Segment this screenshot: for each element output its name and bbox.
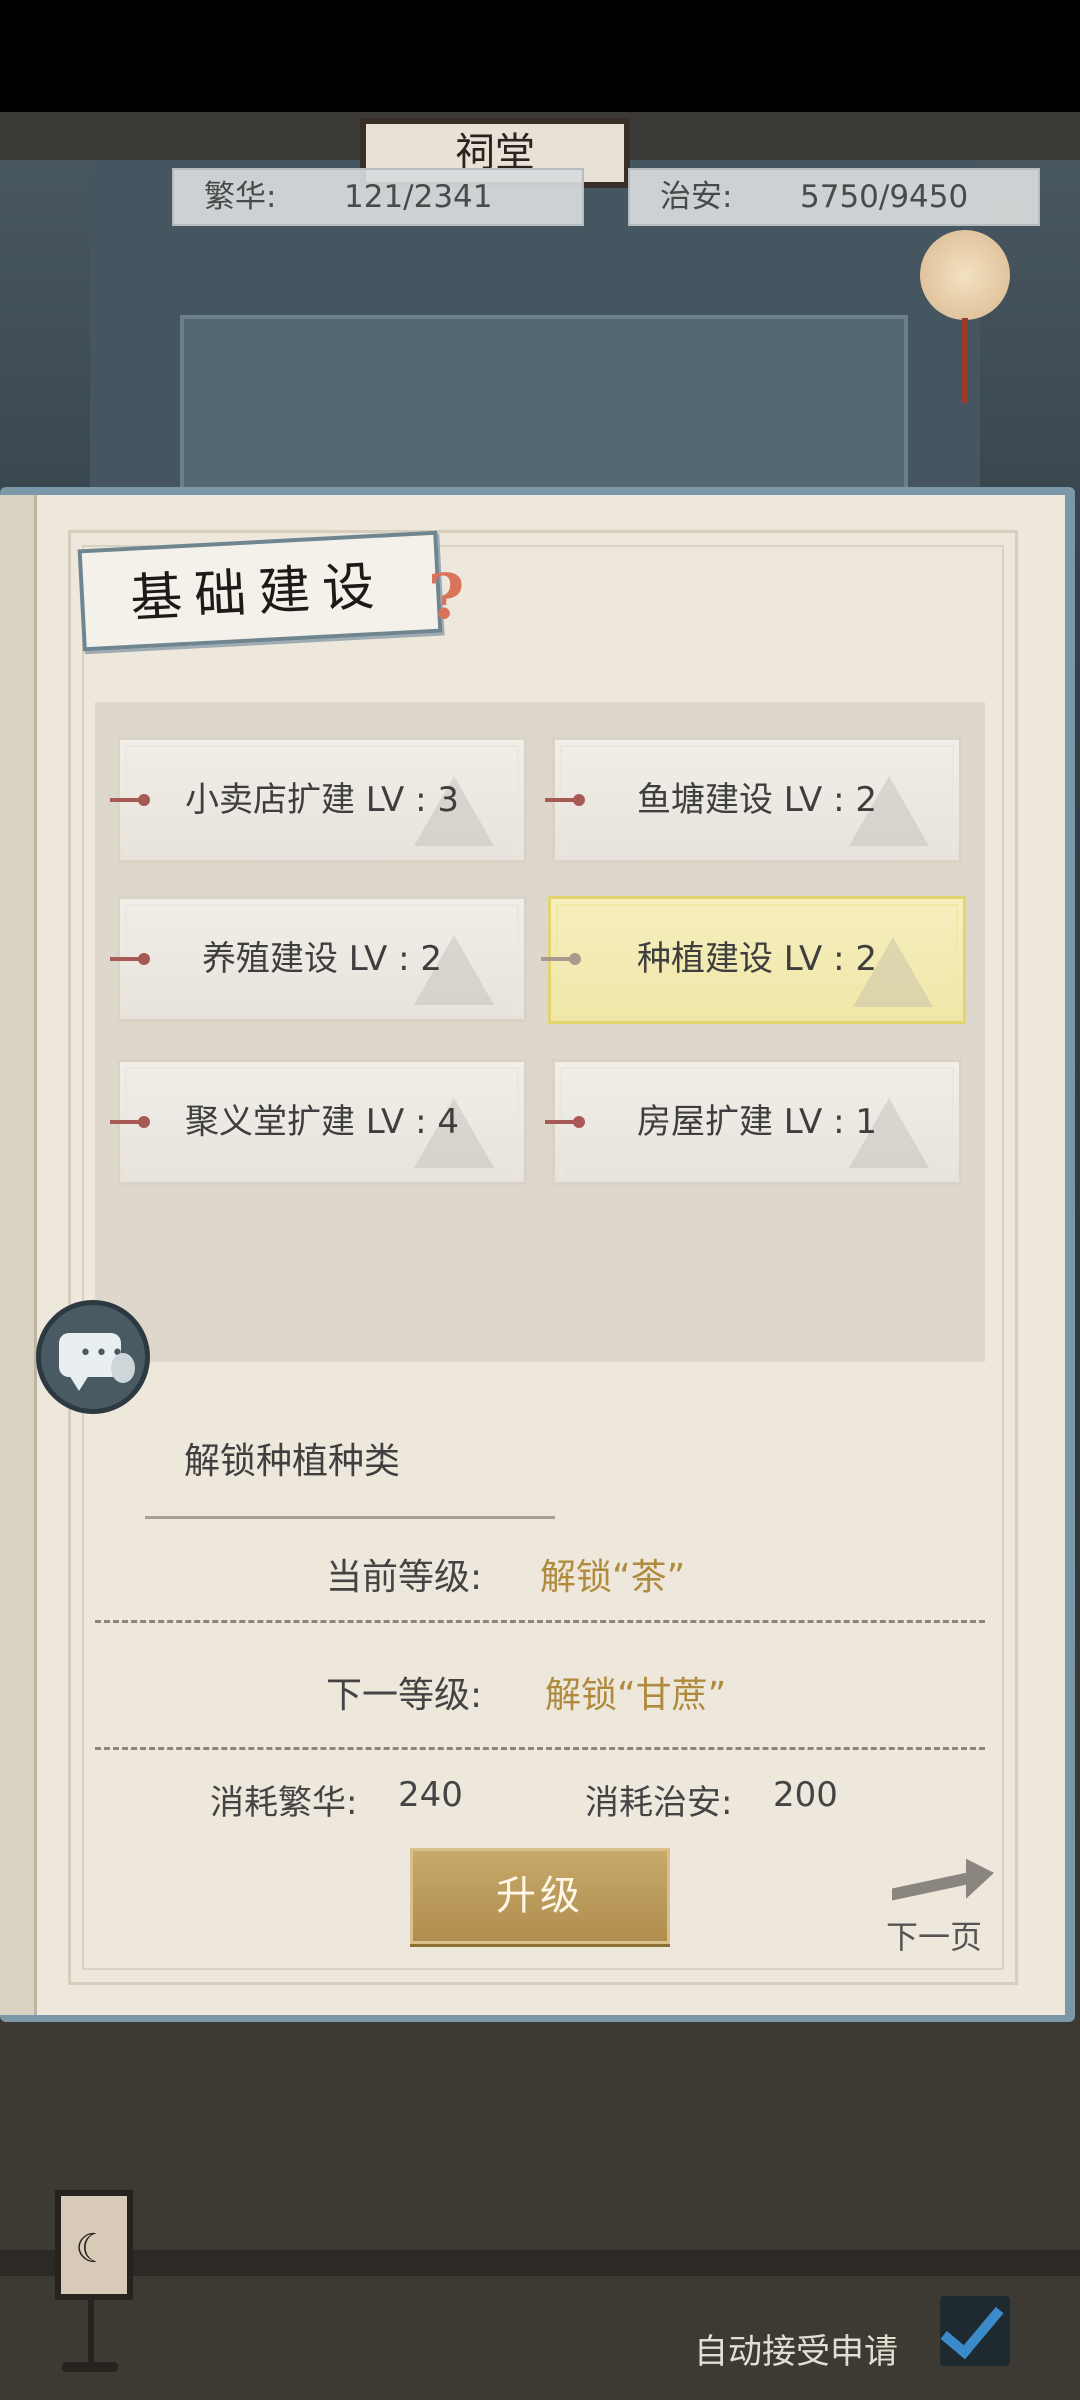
building-label: 养殖建设 LV : 2 (202, 939, 442, 979)
building-label: 种植建设 LV : 2 (637, 939, 877, 979)
security-stat: 治安: 5750/9450 (628, 168, 1040, 226)
cost-prosperity-label: 消耗繁华: (210, 1783, 358, 1823)
next-level-label: 下一等级: (326, 1675, 483, 1716)
chat-button[interactable]: ••• (36, 1300, 150, 1414)
auto-accept-checkbox[interactable] (940, 2292, 1010, 2366)
panel-title: 基础建设 (128, 556, 388, 630)
detail-title: 解锁种植种类 (184, 1441, 401, 1482)
building-label: 聚义堂扩建 LV : 4 (185, 1102, 459, 1142)
status-bar (0, 0, 1080, 112)
building-card-planting[interactable]: 种植建设 LV : 2 (541, 896, 966, 1024)
lamp-icon[interactable]: ☾ (55, 2190, 133, 2300)
building-label: 房屋扩建 LV : 1 (637, 1102, 877, 1142)
pin-icon (110, 794, 150, 806)
lamp-base (62, 2362, 118, 2372)
cost-security-value: 200 (773, 1775, 838, 1815)
gourd-icon (111, 1353, 135, 1383)
building-card-breeding[interactable]: 养殖建设 LV : 2 (110, 896, 527, 1022)
pin-icon (545, 794, 585, 806)
next-level-value: 解锁“甘蔗” (545, 1675, 727, 1716)
pin-icon (541, 953, 581, 965)
auto-accept-label: 自动接受申请 (694, 2332, 898, 2372)
divider (145, 1516, 555, 1519)
building-label: 小卖店扩建 LV : 3 (185, 780, 459, 820)
book-spine (0, 495, 37, 2015)
checkmark-icon (940, 2292, 1004, 2360)
upgrade-button[interactable]: 升级 (410, 1848, 670, 1944)
building-card-hall[interactable]: 聚义堂扩建 LV : 4 (110, 1059, 527, 1185)
lamp-pole (88, 2298, 94, 2368)
security-label: 治安: (660, 179, 733, 215)
question-icon[interactable]: ? (428, 560, 464, 633)
pin-icon (110, 1116, 150, 1128)
building-card-shop[interactable]: 小卖店扩建 LV : 3 (110, 737, 527, 863)
cost-prosperity-value: 240 (398, 1775, 463, 1815)
pin-icon (110, 953, 150, 965)
prosperity-label: 繁华: (204, 179, 277, 215)
divider (95, 1747, 985, 1752)
next-page-button[interactable]: 下一页 (886, 1912, 982, 1958)
security-value: 5750/9450 (800, 179, 969, 215)
moon-icon: ☾ (75, 2226, 111, 2272)
building-label: 鱼塘建设 LV : 2 (637, 780, 877, 820)
building-card-housing[interactable]: 房屋扩建 LV : 1 (545, 1059, 962, 1185)
lantern-tassel (962, 318, 968, 403)
current-level-value: 解锁“茶” (540, 1557, 686, 1598)
pin-icon (545, 1116, 585, 1128)
floor (0, 2030, 1080, 2400)
prosperity-stat: 繁华: 121/2341 (172, 168, 584, 226)
prosperity-value: 121/2341 (344, 179, 493, 215)
cost-security-label: 消耗治安: (585, 1783, 733, 1823)
shrine-panel (180, 315, 908, 508)
divider (95, 1620, 985, 1625)
lantern-icon (920, 230, 1010, 320)
current-level-label: 当前等级: (326, 1557, 483, 1598)
floor-strip (0, 2250, 1080, 2276)
building-card-fishpond[interactable]: 鱼塘建设 LV : 2 (545, 737, 962, 863)
